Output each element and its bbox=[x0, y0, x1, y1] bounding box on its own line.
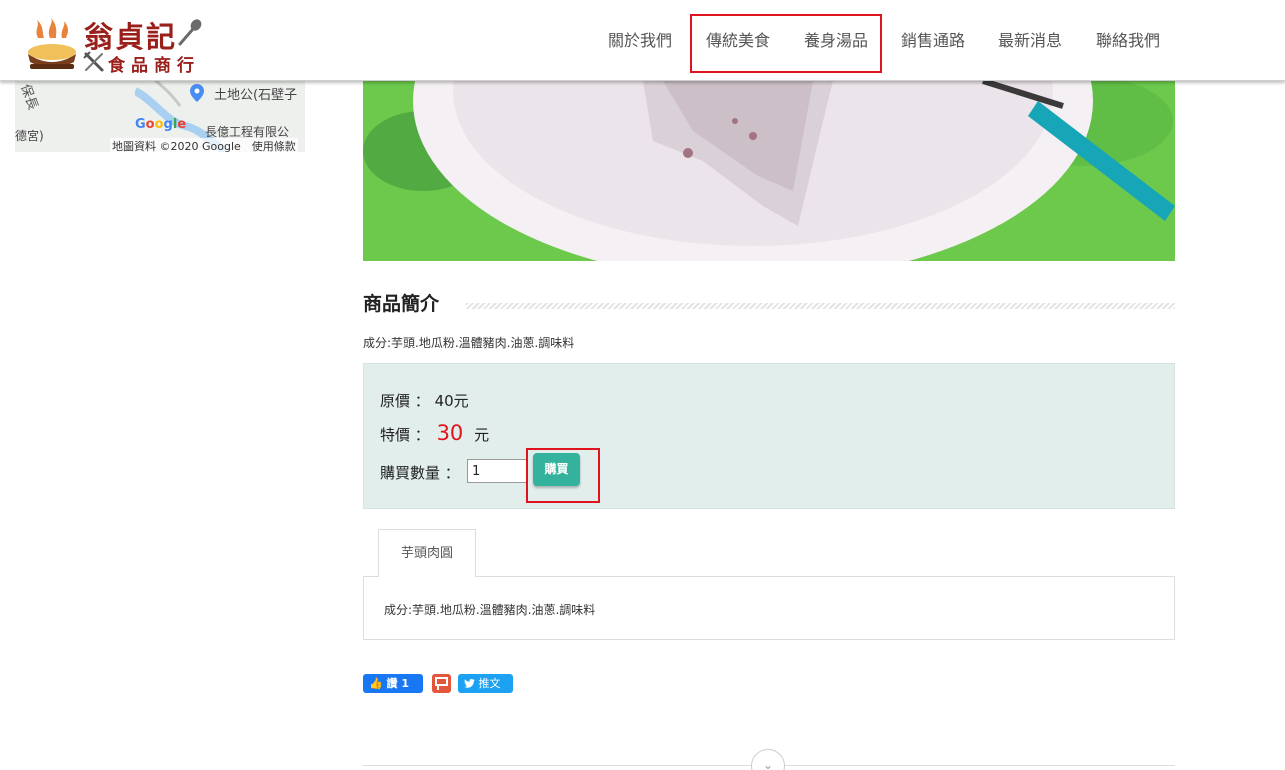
map-credits[interactable]: 地圖資料 ©2020 Google 使用條款 bbox=[110, 138, 298, 152]
nav-highlight-box bbox=[690, 14, 882, 73]
tab-product[interactable]: 芋頭肉圓 bbox=[378, 529, 476, 577]
qty-label: 購買數量 ： bbox=[380, 464, 460, 482]
original-price-row: 原價 ： 40元 bbox=[380, 390, 469, 411]
chevron-down-icon[interactable]: ⌄ bbox=[751, 749, 785, 770]
bowl-icon bbox=[28, 18, 76, 69]
map-label-temple: 德宮) bbox=[15, 129, 44, 143]
original-price-label: 原價 ： bbox=[380, 392, 430, 410]
tab-panel: 成分:芋頭.地瓜粉.溫體豬肉.油蔥.調味料 bbox=[363, 576, 1175, 640]
facebook-like-label: 讚 1 bbox=[386, 677, 410, 690]
tweet-label: 推文 bbox=[478, 677, 501, 690]
sale-price-row: 特價 ： 30 元 bbox=[380, 421, 489, 445]
sale-price-label: 特價 ： bbox=[380, 426, 430, 444]
original-price-value: 40元 bbox=[434, 392, 469, 410]
spoon-icon bbox=[178, 19, 202, 46]
logo-subtitle: 食品商行 bbox=[108, 56, 200, 76]
twitter-bird-icon bbox=[464, 679, 475, 688]
site-header: 翁貞記 食品商行 關於我們 傳統美食 養身湯品 銷售通路 最新消息 聯絡我們 bbox=[0, 0, 1285, 81]
tab-panel-ingredients: 成分:芋頭.地瓜粉.溫體豬肉.油蔥.調味料 bbox=[384, 603, 596, 617]
product-intro-title: 商品簡介 bbox=[363, 293, 440, 315]
thumbs-up-icon: 👍 bbox=[369, 677, 383, 690]
nav-news[interactable]: 最新消息 bbox=[998, 27, 1062, 51]
quantity-input[interactable] bbox=[467, 459, 527, 483]
map-label-road: 保長 bbox=[17, 82, 41, 112]
site-logo[interactable]: 翁貞記 食品商行 bbox=[22, 10, 212, 76]
sale-price-value: 30 bbox=[436, 421, 464, 445]
buy-highlight-box bbox=[526, 448, 600, 503]
google-map[interactable]: 土地公(石壁子 長億工程有限公 德宮) 保長 Google 地圖資料 ©2020… bbox=[15, 81, 305, 152]
product-ingredients: 成分:芋頭.地瓜粉.溫體豬肉.油蔥.調味料 bbox=[363, 336, 575, 350]
fork-icon bbox=[83, 51, 104, 72]
google-logo: Google bbox=[135, 117, 187, 132]
map-pin-icon bbox=[190, 84, 204, 102]
plurk-share-button[interactable] bbox=[432, 674, 451, 693]
product-photo bbox=[363, 81, 1175, 261]
product-photo-art bbox=[363, 81, 1175, 261]
nav-contact[interactable]: 聯絡我們 bbox=[1096, 27, 1160, 51]
facebook-like-button[interactable]: 👍 讚 1 bbox=[363, 674, 423, 693]
nav-about[interactable]: 關於我們 bbox=[608, 27, 672, 51]
plurk-icon bbox=[435, 677, 448, 690]
price-box: 原價 ： 40元 特價 ： 30 元 購買數量 ： 購買 bbox=[363, 363, 1175, 509]
twitter-tweet-button[interactable]: 推文 bbox=[458, 674, 513, 693]
sale-price-unit: 元 bbox=[474, 426, 490, 444]
section-divider bbox=[466, 303, 1175, 309]
nav-sales-channels[interactable]: 銷售通路 bbox=[901, 27, 965, 51]
map-label-shrine: 土地公(石壁子 bbox=[214, 88, 298, 103]
